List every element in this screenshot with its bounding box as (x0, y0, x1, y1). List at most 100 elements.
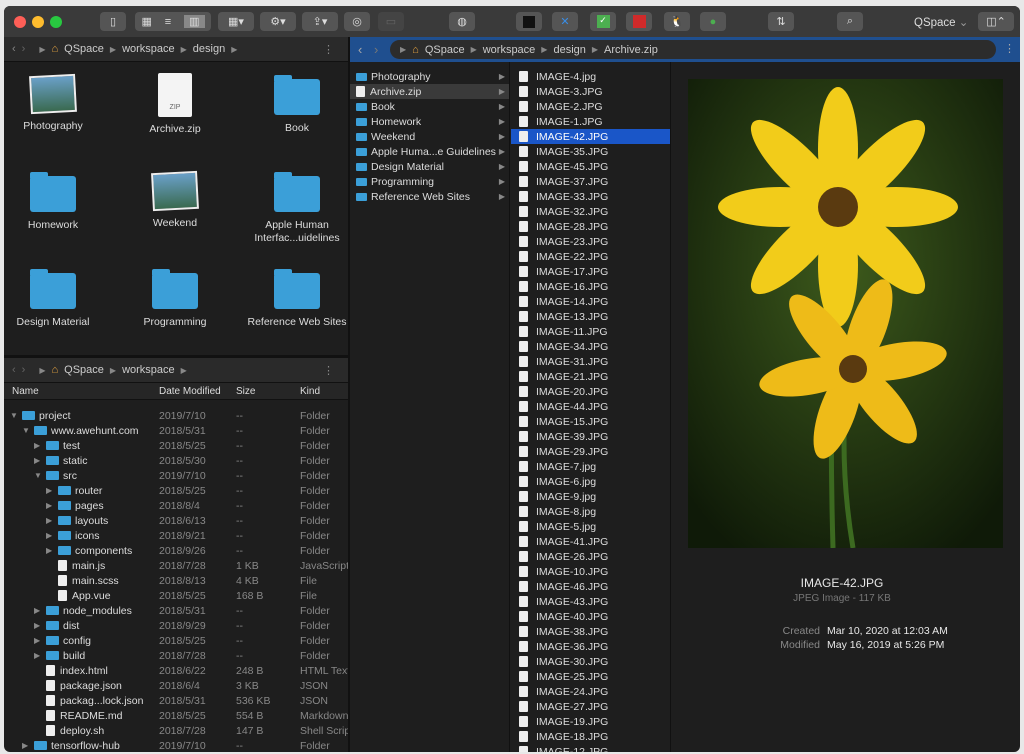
column-item[interactable]: IMAGE-34.JPG (511, 339, 670, 354)
column-item[interactable]: IMAGE-35.JPG (511, 144, 670, 159)
column-item[interactable]: IMAGE-11.JPG (511, 324, 670, 339)
column-item[interactable]: IMAGE-29.JPG (511, 444, 670, 459)
column-item[interactable]: IMAGE-46.JPG (511, 579, 670, 594)
close-button[interactable] (14, 16, 26, 28)
table-row[interactable]: ▶ node_modules 2018/5/31 -- Folder (4, 603, 348, 618)
table-row[interactable]: ▶ components 2018/9/26 -- Folder (4, 543, 348, 558)
grid-item[interactable]: Book (242, 75, 352, 135)
column-item[interactable]: IMAGE-13.JPG (511, 309, 670, 324)
swap-panes-icon[interactable]: ⇅ (768, 12, 794, 31)
grid-item[interactable]: Photography (4, 73, 108, 133)
table-row[interactable]: package.json 2018/6/4 3 KB JSON (4, 678, 348, 693)
column-item[interactable]: IMAGE-15.JPG (511, 414, 670, 429)
column-item[interactable]: Photography ▶ (350, 69, 509, 84)
table-row[interactable]: ▶ tensorflow-hub 2019/7/10 -- Folder (4, 738, 348, 752)
more-icon[interactable]: ⋮ (1004, 42, 1015, 55)
disclosure-triangle-icon[interactable]: ▼ (10, 411, 22, 420)
icon-view-icon[interactable]: ▦ (141, 15, 151, 28)
disclosure-triangle-icon[interactable]: ▶ (34, 456, 46, 465)
column-date[interactable]: Date Modified (159, 386, 236, 397)
column-item[interactable]: IMAGE-23.JPG (511, 234, 670, 249)
path-segment[interactable]: workspace (122, 43, 175, 55)
column-name[interactable]: Name (4, 386, 159, 397)
column-item[interactable]: Apple Huma...e Guidelines ▶ (350, 144, 509, 159)
table-row[interactable]: ▶ config 2018/5/25 -- Folder (4, 633, 348, 648)
grid-item[interactable]: Design Material (4, 269, 108, 329)
table-row[interactable]: ▶ layouts 2018/6/13 -- Folder (4, 513, 348, 528)
table-row[interactable]: index.html 2018/6/22 248 B HTML Text (4, 663, 348, 678)
column-item[interactable]: IMAGE-33.JPG (511, 189, 670, 204)
disclosure-triangle-icon[interactable]: ▶ (34, 441, 46, 450)
table-row[interactable]: ▶ test 2018/5/25 -- Folder (4, 438, 348, 453)
search-icon[interactable]: ⌕ (837, 12, 863, 31)
forward-icon[interactable]: › (22, 364, 26, 376)
column-size[interactable]: Size (236, 386, 300, 397)
column-item[interactable]: IMAGE-6.jpg (511, 474, 670, 489)
account-dropdown[interactable]: QSpace ⌄ (914, 15, 968, 29)
column-item[interactable]: IMAGE-45.JPG (511, 159, 670, 174)
checkmark-app-icon[interactable]: ✓ (590, 12, 616, 31)
path-segment[interactable]: design (553, 44, 585, 56)
path-segment[interactable]: design (193, 43, 225, 55)
column-item[interactable]: Design Material ▶ (350, 159, 509, 174)
column-kind[interactable]: Kind (300, 386, 348, 397)
table-row[interactable]: ▼ www.awehunt.com 2018/5/31 -- Folder (4, 423, 348, 438)
column-item[interactable]: IMAGE-28.JPG (511, 219, 670, 234)
column-item[interactable]: IMAGE-44.JPG (511, 399, 670, 414)
column-item[interactable]: IMAGE-40.JPG (511, 609, 670, 624)
disclosure-triangle-icon[interactable]: ▶ (22, 741, 34, 750)
column-item[interactable]: IMAGE-1.JPG (511, 114, 670, 129)
column-item[interactable]: IMAGE-17.JPG (511, 264, 670, 279)
table-row[interactable]: main.js 2018/7/28 1 KB JavaScript (4, 558, 348, 573)
layout-icon[interactable]: ◫⌃ (978, 12, 1014, 31)
sidebar-toggle-icon[interactable]: ▯ (100, 12, 126, 31)
column-item[interactable]: IMAGE-18.JPG (511, 729, 670, 744)
list-view-icon[interactable]: ≡ (165, 16, 171, 28)
column-item[interactable]: Book ▶ (350, 99, 509, 114)
column-item[interactable]: IMAGE-24.JPG (511, 684, 670, 699)
disclosure-triangle-icon[interactable]: ▼ (22, 426, 34, 435)
disclosure-triangle-icon[interactable]: ▶ (46, 516, 58, 525)
table-row[interactable]: ▶ build 2018/7/28 -- Folder (4, 648, 348, 663)
path-segment[interactable]: QSpace (425, 44, 465, 56)
column-item[interactable]: IMAGE-32.JPG (511, 204, 670, 219)
table-row[interactable]: ▶ pages 2018/8/4 -- Folder (4, 498, 348, 513)
gear-icon[interactable]: ⚙▾ (260, 12, 296, 31)
grid-item[interactable]: ZIP Archive.zip (120, 73, 230, 136)
view-mode-segmented[interactable]: ▦ ≡ ▥ (135, 12, 211, 31)
column-item[interactable]: IMAGE-2.JPG (511, 99, 670, 114)
disclosure-triangle-icon[interactable]: ▶ (34, 621, 46, 630)
share-icon[interactable]: ⇪▾ (302, 12, 338, 31)
column-item[interactable]: Weekend ▶ (350, 129, 509, 144)
more-icon[interactable]: ⋮ (323, 43, 334, 56)
minimize-button[interactable] (32, 16, 44, 28)
column-item[interactable]: Homework ▶ (350, 114, 509, 129)
table-row[interactable]: App.vue 2018/5/25 168 B File (4, 588, 348, 603)
column-item[interactable]: Reference Web Sites ▶ (350, 189, 509, 204)
table-row[interactable]: README.md 2018/5/25 554 B Markdown (4, 708, 348, 723)
wechat-icon[interactable]: ● (700, 12, 726, 31)
grid-item[interactable]: Programming (120, 269, 230, 329)
table-row[interactable]: ▶ dist 2018/9/29 -- Folder (4, 618, 348, 633)
column-item[interactable]: IMAGE-20.JPG (511, 384, 670, 399)
path-segment[interactable]: Archive.zip (604, 44, 658, 56)
column-item[interactable]: Archive.zip ▶ (350, 84, 509, 99)
netease-music-icon[interactable] (626, 12, 652, 31)
column-item[interactable]: IMAGE-41.JPG (511, 534, 670, 549)
more-icon[interactable]: ⋮ (323, 364, 334, 377)
group-by-icon[interactable]: ▦▾ (218, 12, 254, 31)
disclosure-triangle-icon[interactable]: ▶ (46, 501, 58, 510)
disclosure-triangle-icon[interactable]: ▼ (34, 471, 46, 480)
column-item[interactable]: IMAGE-4.jpg (511, 69, 670, 84)
disclosure-triangle-icon[interactable]: ▶ (46, 546, 58, 555)
zoom-button[interactable] (50, 16, 62, 28)
grid-item[interactable]: Reference Web Sites (242, 269, 352, 329)
column-item[interactable]: Programming ▶ (350, 174, 509, 189)
column-item[interactable]: IMAGE-42.JPG (511, 129, 670, 144)
disclosure-triangle-icon[interactable]: ▶ (34, 651, 46, 660)
terminal-icon[interactable] (516, 12, 542, 31)
path-segment[interactable]: workspace (122, 364, 175, 376)
table-row[interactable]: ▶ router 2018/5/25 -- Folder (4, 483, 348, 498)
tag-icon[interactable]: ▭ (378, 12, 404, 31)
column-item[interactable]: IMAGE-31.JPG (511, 354, 670, 369)
